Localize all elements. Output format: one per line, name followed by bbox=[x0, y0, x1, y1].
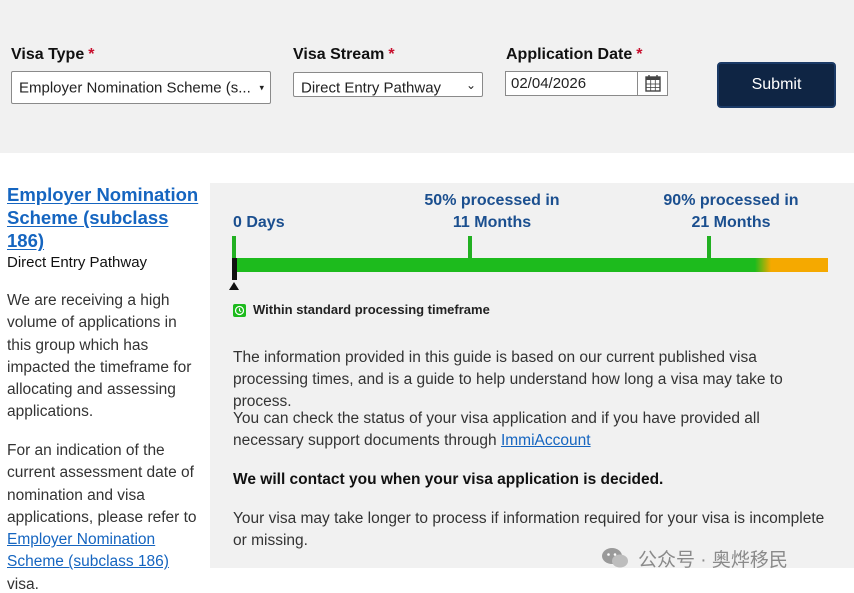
reference-suffix: visa. bbox=[7, 575, 39, 593]
application-date-marker bbox=[232, 258, 237, 280]
submit-button[interactable]: Submit bbox=[717, 62, 836, 108]
left-reference-paragraph: For an indication of the current assessm… bbox=[7, 440, 205, 593]
timeline-bar-within bbox=[233, 258, 763, 272]
info-paragraph-3: We will contact you when your visa appli… bbox=[233, 471, 664, 488]
dropdown-arrow-icon: ▾ bbox=[259, 82, 264, 92]
application-date-label: Application Date * bbox=[506, 46, 643, 63]
timeline-bar-transition bbox=[755, 258, 771, 272]
employer-nomination-link[interactable]: Employer Nomination Scheme (subclass 186… bbox=[7, 531, 169, 570]
visa-title-link[interactable]: Employer Nomination Scheme (subclass 186… bbox=[7, 183, 202, 252]
info-paragraph-1: The information provided in this guide i… bbox=[233, 349, 783, 410]
timeline-50-marker bbox=[468, 236, 472, 258]
calendar-button[interactable] bbox=[638, 71, 668, 96]
visa-type-select[interactable]: Employer Nomination Scheme (s... ▾ bbox=[11, 71, 271, 104]
reference-text: For an indication of the current assessm… bbox=[7, 442, 197, 526]
current-position-pointer-icon bbox=[229, 282, 239, 290]
left-notice-paragraph: We are receiving a high volume of applic… bbox=[7, 292, 192, 421]
application-date-input[interactable]: 02/04/2026 bbox=[505, 71, 638, 96]
visa-stream-select[interactable]: Direct Entry Pathway ⌄ bbox=[293, 72, 483, 97]
timeline-50-label: 50% processed in 11 Months bbox=[424, 192, 560, 231]
timeline-bar-beyond bbox=[771, 258, 828, 272]
timeline-start-marker bbox=[232, 236, 236, 258]
chevron-down-icon: ⌄ bbox=[465, 77, 476, 92]
visa-type-label: Visa Type * bbox=[11, 46, 95, 63]
legend-within-standard: Within standard processing timeframe bbox=[253, 302, 490, 317]
info-paragraph-2: You can check the status of your visa ap… bbox=[233, 410, 760, 449]
timeline-start-label: 0 Days bbox=[233, 214, 285, 231]
immiaccount-link[interactable]: ImmiAccount bbox=[501, 432, 591, 449]
clock-icon bbox=[233, 304, 246, 317]
wechat-watermark: 公众号 · 奥烨移民 bbox=[600, 543, 788, 573]
timeline-90-label: 90% processed in 21 Months bbox=[663, 192, 799, 231]
visa-stream-value: Direct Entry Pathway bbox=[301, 79, 442, 97]
search-form: Visa Type * Employer Nomination Scheme (s… bbox=[0, 0, 854, 153]
calendar-icon bbox=[645, 75, 661, 92]
timeline-90-marker bbox=[707, 236, 711, 258]
visa-type-value: Employer Nomination Scheme (s... bbox=[19, 79, 251, 96]
wechat-icon bbox=[602, 548, 628, 568]
visa-stream-subtitle: Direct Entry Pathway bbox=[7, 254, 148, 271]
visa-stream-label: Visa Stream * bbox=[293, 46, 395, 63]
